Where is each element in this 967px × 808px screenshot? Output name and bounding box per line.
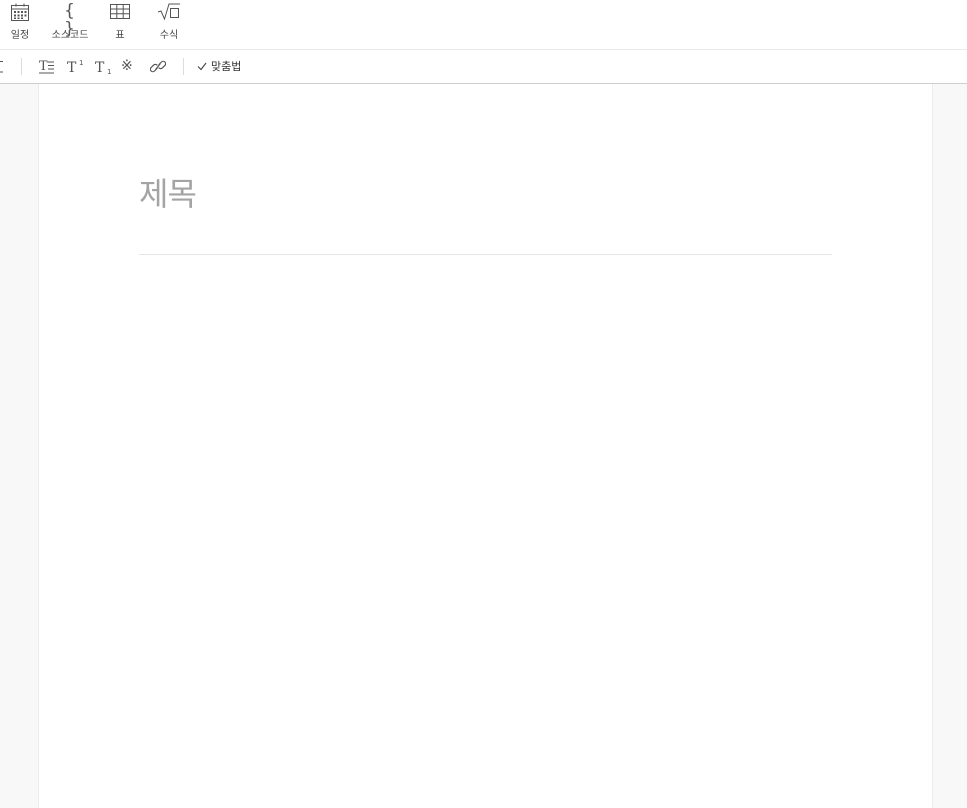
insert-source-code-label: 소스코드: [51, 30, 89, 41]
superscript-icon: T 1: [67, 59, 83, 76]
superscript-button[interactable]: T 1: [66, 57, 86, 76]
insert-source-code-button[interactable]: { } 소스코드: [46, 0, 94, 49]
insert-toolbar: 일정 { } 소스코드 표 수식: [0, 0, 967, 50]
toolbar-divider: [21, 58, 22, 75]
spellcheck-button[interactable]: 맞춤법: [197, 57, 241, 76]
toolbar-divider: [183, 58, 184, 75]
insert-table-button[interactable]: 표: [102, 0, 138, 49]
link-button[interactable]: [149, 57, 167, 76]
subscript-icon: T 1: [95, 60, 111, 76]
braces-icon: { }: [64, 1, 76, 39]
text-style-button[interactable]: T: [38, 57, 56, 76]
body-editor[interactable]: [139, 274, 832, 774]
link-icon: [149, 60, 167, 73]
spellcheck-label: 맞춤법: [211, 60, 242, 73]
svg-text:1: 1: [107, 68, 111, 76]
insert-table-label: 표: [115, 30, 125, 41]
calendar-icon: [11, 3, 29, 21]
insert-schedule-label: 일정: [10, 30, 30, 41]
insert-schedule-button[interactable]: 일정: [0, 0, 40, 49]
svg-text:1: 1: [79, 59, 83, 67]
editor-gutter-right: [933, 84, 967, 808]
editor-page: 제목: [38, 84, 933, 808]
text-style-glyph: T: [39, 59, 48, 74]
check-icon: [197, 62, 207, 71]
insert-formula-label: 수식: [159, 30, 179, 41]
format-toolbar: T T 1 T 1 ※ 맞춤법: [0, 50, 967, 84]
svg-text:T: T: [95, 60, 105, 76]
title-input[interactable]: 제목: [139, 172, 832, 216]
sqrt-icon: [157, 3, 180, 21]
strikethrough-icon[interactable]: [0, 57, 6, 76]
special-char-icon[interactable]: ※: [121, 57, 139, 76]
subscript-button[interactable]: T 1: [94, 57, 114, 76]
table-icon: [110, 4, 130, 19]
svg-text:T: T: [67, 60, 77, 76]
insert-formula-button[interactable]: 수식: [150, 0, 188, 49]
title-divider: [139, 254, 832, 255]
editor-gutter-left: [0, 84, 38, 808]
text-style-icon: T: [39, 59, 54, 74]
